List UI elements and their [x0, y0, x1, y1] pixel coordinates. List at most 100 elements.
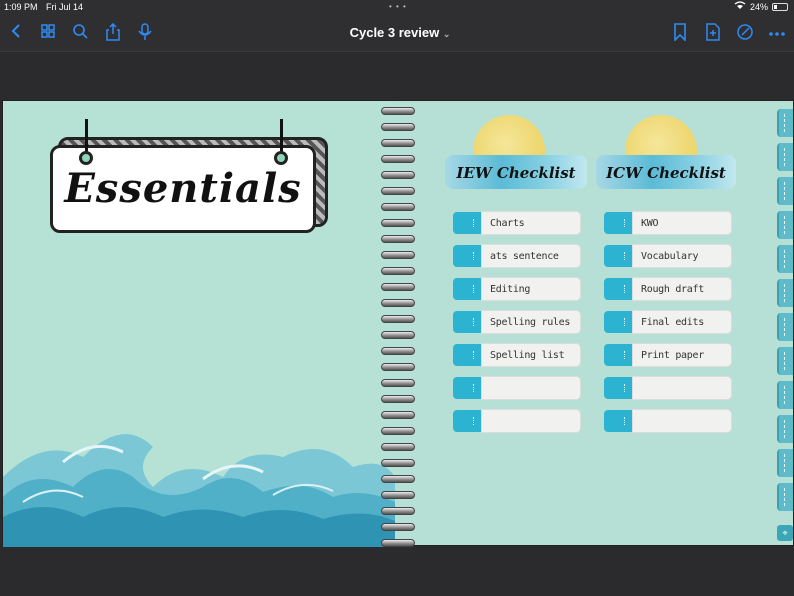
- spiral-coil: [381, 411, 415, 419]
- mic-icon[interactable]: [135, 23, 155, 43]
- side-tab[interactable]: [777, 177, 793, 205]
- spiral-coil: [381, 539, 415, 547]
- checkbox-tab[interactable]: [453, 377, 481, 399]
- more-icon[interactable]: [767, 23, 787, 43]
- checklist-label: Spelling rules: [490, 317, 571, 328]
- side-tab[interactable]: [777, 143, 793, 171]
- search-icon[interactable]: [70, 23, 90, 43]
- spiral-coil: [381, 155, 415, 163]
- spiral-coil: [381, 507, 415, 515]
- side-tab[interactable]: [777, 211, 793, 239]
- checkbox-tab[interactable]: [604, 245, 632, 267]
- checklist-field[interactable]: Final edits: [632, 310, 732, 334]
- checklist-field[interactable]: Spelling list: [481, 343, 581, 367]
- spiral-coil: [381, 203, 415, 211]
- checklist-field[interactable]: Editing: [481, 277, 581, 301]
- back-icon[interactable]: [6, 23, 26, 43]
- add-page-icon[interactable]: [703, 23, 723, 43]
- checklist-label: Print paper: [641, 350, 704, 361]
- checklist-label: KWO: [641, 218, 659, 229]
- spiral-coil: [381, 395, 415, 403]
- spiral-coil: [381, 379, 415, 387]
- spiral-coil: [381, 171, 415, 179]
- spiral-coil: [381, 523, 415, 531]
- checkbox-tab[interactable]: [453, 410, 481, 432]
- battery-percent: 24%: [750, 2, 769, 12]
- checkbox-tab[interactable]: [604, 311, 632, 333]
- document-title[interactable]: Cycle 3 review ⌄: [340, 25, 460, 40]
- spiral-coil: [381, 331, 415, 339]
- checkbox-tab[interactable]: [453, 311, 481, 333]
- checkbox-tab[interactable]: [604, 377, 632, 399]
- sign-hook-right: [280, 119, 283, 155]
- checklist-label: Final edits: [641, 317, 704, 328]
- side-tab[interactable]: [777, 415, 793, 443]
- app-toolbar: Cycle 3 review ⌄: [0, 14, 794, 52]
- spiral-coil: [381, 475, 415, 483]
- checklist-field[interactable]: Spelling rules: [481, 310, 581, 334]
- checkbox-tab[interactable]: [453, 212, 481, 234]
- checklist-field[interactable]: Vocabulary: [632, 244, 732, 268]
- iew-checklist-banner: IEW Checklist: [445, 155, 587, 189]
- checkbox-tab[interactable]: [453, 278, 481, 300]
- spiral-coil: [381, 299, 415, 307]
- spiral-coil: [381, 491, 415, 499]
- checklist-label: Vocabulary: [641, 251, 699, 262]
- checklist-field[interactable]: Charts: [481, 211, 581, 235]
- checklist-field[interactable]: Rough draft: [632, 277, 732, 301]
- essentials-sign: Essentials: [50, 119, 328, 233]
- checklist-label: ats sentence: [490, 251, 559, 262]
- sign-ring-right: [274, 151, 288, 165]
- share-icon[interactable]: [103, 22, 123, 43]
- status-time: 1:09 PM: [4, 2, 38, 12]
- side-tab[interactable]: [777, 279, 793, 307]
- side-tab[interactable]: [777, 347, 793, 375]
- spiral-coil: [381, 235, 415, 243]
- side-tab[interactable]: [777, 313, 793, 341]
- checkbox-tab[interactable]: [604, 278, 632, 300]
- waves-illustration: [3, 434, 395, 547]
- icw-checklist-title: ICW Checklist: [606, 164, 726, 182]
- spiral-coil: [381, 315, 415, 323]
- spiral-coil: [381, 283, 415, 291]
- checkbox-tab[interactable]: [604, 344, 632, 366]
- left-page: Essentials: [3, 101, 395, 547]
- checklist-field[interactable]: KWO: [632, 211, 732, 235]
- checkbox-tab[interactable]: [604, 410, 632, 432]
- side-tab[interactable]: [777, 109, 793, 137]
- checklist-field[interactable]: [481, 376, 581, 400]
- checklist-label: Editing: [490, 284, 531, 295]
- battery-icon: [772, 3, 788, 11]
- checklist-field[interactable]: ats sentence: [481, 244, 581, 268]
- side-tab[interactable]: [777, 381, 793, 409]
- checklist-field[interactable]: [632, 376, 732, 400]
- sign-ring-left: [79, 151, 93, 165]
- spiral-binding: [381, 107, 415, 547]
- spiral-coil: [381, 443, 415, 451]
- spiral-coil: [381, 459, 415, 467]
- sign-hook-left: [85, 119, 88, 155]
- checklist-label: Spelling list: [490, 350, 565, 361]
- annotate-icon[interactable]: [735, 23, 755, 43]
- checklist-field[interactable]: [632, 409, 732, 433]
- checklist-field[interactable]: [481, 409, 581, 433]
- checkbox-tab[interactable]: [453, 344, 481, 366]
- planner-page[interactable]: Essentials IEW Checklist Charts ats sent…: [2, 100, 794, 547]
- location-pin-icon[interactable]: ⌖: [777, 525, 793, 541]
- chevron-down-icon: ⌄: [442, 29, 451, 39]
- spiral-coil: [381, 251, 415, 259]
- spiral-coil: [381, 187, 415, 195]
- wifi-icon: [734, 1, 746, 12]
- checklist-field[interactable]: Print paper: [632, 343, 732, 367]
- side-tab[interactable]: [777, 483, 793, 511]
- side-tabs: [777, 105, 793, 545]
- grid-icon[interactable]: [38, 23, 58, 43]
- spiral-coil: [381, 267, 415, 275]
- checkbox-tab[interactable]: [453, 245, 481, 267]
- checkbox-tab[interactable]: [604, 212, 632, 234]
- side-tab[interactable]: [777, 449, 793, 477]
- multitask-dots[interactable]: • • •: [389, 2, 407, 11]
- bookmark-icon[interactable]: [670, 23, 690, 43]
- side-tab[interactable]: [777, 245, 793, 273]
- spiral-coil: [381, 139, 415, 147]
